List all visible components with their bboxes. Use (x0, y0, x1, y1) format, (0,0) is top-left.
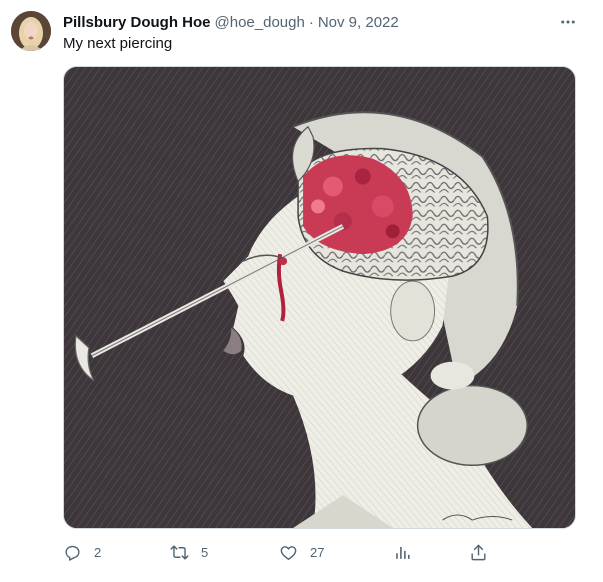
reply-icon (65, 545, 80, 561)
tweet-actions: 2 5 27 (63, 540, 503, 564)
tweet-card: Pillsbury Dough Hoe @hoe_dough · Nov 9, … (0, 0, 603, 582)
avatar-image (11, 11, 51, 51)
artwork-image (64, 67, 575, 528)
header-separator: · (308, 13, 314, 31)
more-options-button[interactable] (555, 10, 581, 34)
tweet-header: Pillsbury Dough Hoe @hoe_dough · Nov 9, … (63, 12, 399, 32)
tweet-date[interactable]: Nov 9, 2022 (318, 14, 399, 31)
reply-button[interactable]: 2 (63, 540, 101, 564)
share-icon (471, 544, 486, 560)
retweet-count: 5 (201, 544, 209, 560)
heart-icon (280, 545, 297, 560)
retweet-button[interactable]: 5 (170, 540, 208, 564)
author-display-name[interactable]: Pillsbury Dough Hoe (63, 14, 211, 31)
more-dots-icon (561, 20, 575, 24)
tweet-text: My next piercing (63, 35, 173, 52)
like-count: 27 (310, 544, 325, 560)
analytics-icon (396, 546, 410, 559)
tweet-media[interactable] (63, 66, 576, 529)
reply-count: 2 (94, 544, 102, 560)
like-button[interactable]: 27 (279, 540, 324, 564)
retweet-icon (170, 544, 189, 560)
analytics-button[interactable] (393, 540, 412, 564)
author-avatar[interactable] (11, 11, 51, 51)
author-handle[interactable]: @hoe_dough (215, 14, 305, 31)
share-button[interactable] (469, 540, 488, 564)
